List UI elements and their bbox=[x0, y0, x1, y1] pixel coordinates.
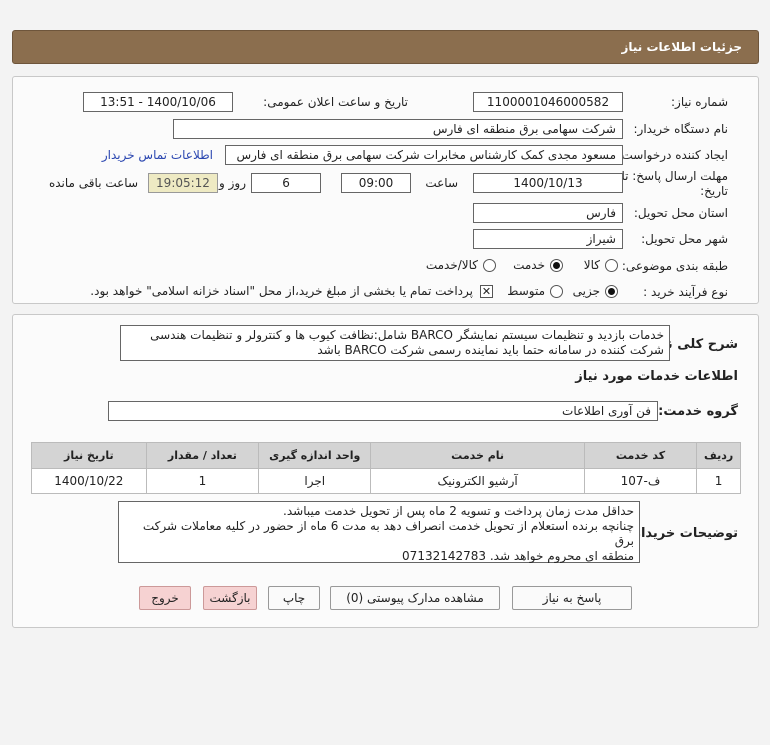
page-header: جزئیات اطلاعات نیاز bbox=[12, 30, 759, 64]
cell-unit: اجرا bbox=[258, 468, 372, 494]
col-unit: واحد اندازه گیری bbox=[258, 442, 372, 469]
process-label: نوع فرآیند خرید : bbox=[643, 285, 728, 299]
service-group-field: فن آوری اطلاعات bbox=[108, 401, 658, 421]
city-label: شهر محل تحویل: bbox=[641, 232, 728, 246]
province-field: فارس bbox=[473, 203, 623, 223]
deadline-time-label: ساعت bbox=[425, 176, 458, 190]
province-label: استان محل تحویل: bbox=[633, 206, 728, 220]
payment-note: پرداخت تمام یا بخشی از مبلغ خرید،از محل … bbox=[90, 284, 473, 298]
need-details-panel: شرح کلی نیاز: خدمات بازدید و تنظیمات سیس… bbox=[12, 314, 759, 628]
cell-need-date: 1400/10/22 bbox=[31, 468, 147, 494]
print-button[interactable]: چاپ bbox=[268, 586, 320, 610]
treasury-checkbox[interactable]: ✕ bbox=[480, 285, 493, 298]
cell-row: 1 bbox=[696, 468, 741, 494]
deadline-label: مهلت ارسال پاسخ: تا bbox=[621, 169, 728, 183]
deadline-date-field: 1400/10/13 bbox=[473, 173, 623, 193]
back-button[interactable]: بازگشت bbox=[203, 586, 257, 610]
buyer-notes-box: حداقل مدت زمان پرداخت و تسویه 2 ماه پس ا… bbox=[118, 501, 640, 563]
category-radio-goods[interactable] bbox=[605, 259, 618, 272]
process-option-medium: متوسط bbox=[507, 284, 545, 298]
buyer-notes-line-2: چنانچه برنده استعلام از تحویل خدمت انصرا… bbox=[142, 519, 634, 548]
category-option-goods-service: کالا/خدمت bbox=[425, 258, 478, 272]
need-info-panel: شماره نیاز: 1100001046000582 تاریخ و ساع… bbox=[12, 76, 759, 304]
buyer-org-field: شرکت سهامی برق منطقه ای فارس bbox=[173, 119, 623, 139]
buyer-notes-line-1: حداقل مدت زمان پرداخت و تسویه 2 ماه پس ا… bbox=[283, 504, 634, 518]
service-group-label: گروه خدمت: bbox=[658, 404, 738, 419]
category-radio-service[interactable] bbox=[550, 259, 563, 272]
cell-service-code: ف-107 bbox=[583, 468, 698, 494]
buyer-org-label: نام دستگاه خریدار: bbox=[633, 122, 729, 136]
process-option-minor: جزیی bbox=[572, 284, 600, 298]
announce-field: 1400/10/06 - 13:51 bbox=[83, 92, 233, 112]
col-service-name: نام خدمت bbox=[370, 442, 585, 469]
buyer-notes-label: توضیحات خریدار: bbox=[628, 526, 738, 541]
category-radio-goods-service[interactable] bbox=[483, 259, 496, 272]
view-attachments-button[interactable]: مشاهده مدارک پیوستی (0) bbox=[330, 586, 500, 610]
city-field: شیراز bbox=[473, 229, 623, 249]
col-quantity: تعداد / مقدار bbox=[145, 442, 260, 469]
need-number-label: شماره نیاز: bbox=[671, 95, 728, 109]
cell-service-name: آرشیو الکترونیک bbox=[370, 468, 585, 494]
process-radio-minor[interactable] bbox=[605, 285, 618, 298]
creator-field: مسعود مجدی کمک کارشناس مخابرات شرکت سهام… bbox=[225, 145, 623, 165]
creator-label: ایجاد کننده درخواست: bbox=[617, 148, 728, 162]
deadline-time-field: 09:00 bbox=[341, 173, 411, 193]
announce-label: تاریخ و ساعت اعلان عمومی: bbox=[263, 95, 408, 109]
category-option-goods: کالا bbox=[583, 258, 600, 272]
buyer-contact-link[interactable]: اطلاعات تماس خریدار bbox=[102, 148, 213, 162]
days-label: روز و bbox=[219, 176, 246, 190]
category-label: طبقه بندی موضوعی: bbox=[621, 259, 728, 273]
remaining-time-field: 19:05:12 bbox=[148, 173, 218, 193]
col-service-code: کد خدمت bbox=[583, 442, 698, 469]
need-number-field: 1100001046000582 bbox=[473, 92, 623, 112]
services-table: ردیف کد خدمت نام خدمت واحد اندازه گیری ت… bbox=[31, 442, 741, 494]
category-option-service: خدمت bbox=[513, 258, 545, 272]
services-section-title: اطلاعات خدمات مورد نیاز bbox=[575, 369, 738, 384]
buyer-notes-line-3: منطقه ای محروم خواهد شد. 07132142783 bbox=[402, 549, 634, 563]
exit-button[interactable]: خروج bbox=[139, 586, 191, 610]
col-row: ردیف bbox=[696, 442, 741, 469]
days-field: 6 bbox=[251, 173, 321, 193]
col-need-date: تاریخ نیاز bbox=[31, 442, 147, 469]
page-title: جزئیات اطلاعات نیاز bbox=[621, 40, 742, 54]
remaining-label: ساعت باقی مانده bbox=[48, 176, 138, 190]
services-table-header: ردیف کد خدمت نام خدمت واحد اندازه گیری ت… bbox=[31, 442, 741, 469]
summary-text: خدمات بازدید و تنظیمات سیستم نمایشگر BAR… bbox=[120, 325, 670, 361]
reply-button[interactable]: پاسخ به نیاز bbox=[512, 586, 632, 610]
cell-quantity: 1 bbox=[145, 468, 260, 494]
deadline-label-date: تاریخ: bbox=[700, 184, 728, 198]
table-row: 1 ف-107 آرشیو الکترونیک اجرا 1 1400/10/2… bbox=[31, 468, 741, 494]
process-radio-medium[interactable] bbox=[550, 285, 563, 298]
